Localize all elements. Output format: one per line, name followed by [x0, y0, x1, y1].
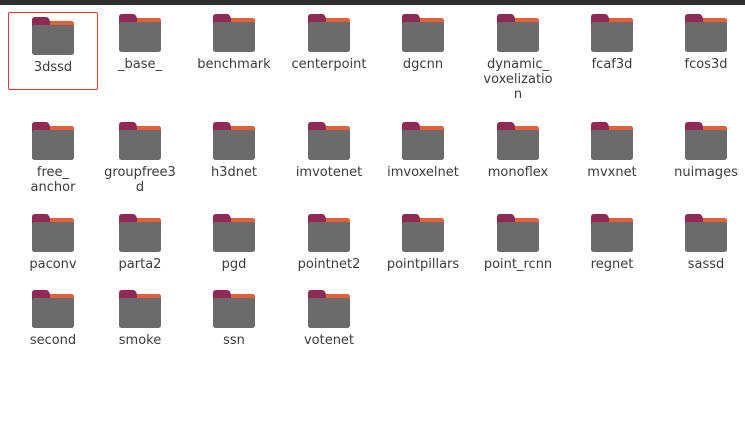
folder-label: nuimages — [674, 165, 738, 180]
folder-label: point_rcnn — [483, 257, 553, 272]
folder-icon — [497, 14, 539, 52]
folder-item[interactable]: point_rcnn — [473, 212, 563, 272]
folder-item[interactable]: smoke — [95, 288, 185, 348]
folder-item[interactable]: dynamic_ voxelizatio n — [473, 12, 563, 102]
folder-item[interactable]: paconv — [8, 212, 98, 272]
folder-item[interactable]: pgd — [189, 212, 279, 272]
folder-icon — [32, 122, 74, 160]
folder-item[interactable]: imvotenet — [284, 120, 374, 180]
folder-icon — [213, 290, 255, 328]
folder-label: imvotenet — [295, 165, 363, 180]
folder-icon — [402, 122, 444, 160]
folder-icon — [685, 122, 727, 160]
folder-label: regnet — [590, 257, 634, 272]
folder-item[interactable]: parta2 — [95, 212, 185, 272]
folder-item[interactable]: centerpoint — [284, 12, 374, 72]
folder-icon — [308, 290, 350, 328]
folder-label: centerpoint — [291, 57, 367, 72]
folder-label: second — [29, 333, 77, 348]
folder-icon — [308, 14, 350, 52]
folder-icon — [119, 122, 161, 160]
folder-icon — [685, 14, 727, 52]
folder-item[interactable]: nuimages — [661, 120, 745, 180]
folder-item[interactable]: fcaf3d — [567, 12, 657, 72]
folder-label: pgd — [221, 257, 247, 272]
folder-icon — [32, 17, 74, 55]
file-grid: 3dssd _base_ benchmark centerpoint dgcnn dyna… — [0, 0, 745, 430]
folder-icon — [119, 290, 161, 328]
folder-label: parta2 — [118, 257, 162, 272]
folder-icon — [119, 214, 161, 252]
folder-label: groupfree3 d — [104, 165, 176, 195]
folder-label: dynamic_ voxelizatio n — [483, 57, 553, 102]
folder-label: imvoxelnet — [387, 165, 459, 180]
folder-icon — [402, 14, 444, 52]
folder-label: benchmark — [197, 57, 271, 72]
folder-item[interactable]: fcos3d — [661, 12, 745, 72]
folder-item[interactable]: imvoxelnet — [378, 120, 468, 180]
folder-label: paconv — [29, 257, 77, 272]
folder-label: free_ anchor — [30, 165, 76, 195]
folder-item[interactable]: 3dssd — [8, 12, 98, 90]
folder-icon — [32, 290, 74, 328]
folder-item[interactable]: dgcnn — [378, 12, 468, 72]
folder-item[interactable]: monoflex — [473, 120, 563, 180]
folder-icon — [591, 14, 633, 52]
folder-item[interactable]: sassd — [661, 212, 745, 272]
folder-icon — [402, 214, 444, 252]
folder-label: pointpillars — [386, 257, 460, 272]
folder-item[interactable]: _base_ — [95, 12, 185, 72]
folder-icon — [213, 214, 255, 252]
folder-label: 3dssd — [33, 60, 73, 75]
folder-label: monoflex — [487, 165, 549, 180]
folder-item[interactable]: ssn — [189, 288, 279, 348]
folder-label: h3dnet — [210, 165, 258, 180]
folder-item[interactable]: benchmark — [189, 12, 279, 72]
folder-label: mvxnet — [587, 165, 637, 180]
folder-icon — [119, 14, 161, 52]
folder-icon — [497, 122, 539, 160]
folder-label: _base_ — [118, 57, 162, 72]
folder-label: votenet — [303, 333, 355, 348]
folder-label: fcos3d — [684, 57, 728, 72]
folder-icon — [685, 214, 727, 252]
folder-label: dgcnn — [402, 57, 444, 72]
folder-item[interactable]: groupfree3 d — [95, 120, 185, 195]
folder-label: pointnet2 — [297, 257, 361, 272]
folder-label: ssn — [223, 333, 245, 348]
folder-icon — [32, 214, 74, 252]
folder-item[interactable]: h3dnet — [189, 120, 279, 180]
folder-item[interactable]: free_ anchor — [8, 120, 98, 195]
folder-item[interactable]: regnet — [567, 212, 657, 272]
folder-item[interactable]: mvxnet — [567, 120, 657, 180]
folder-label: smoke — [118, 333, 162, 348]
folder-label: fcaf3d — [591, 57, 633, 72]
folder-icon — [591, 214, 633, 252]
folder-icon — [308, 122, 350, 160]
folder-icon — [213, 14, 255, 52]
folder-icon — [497, 214, 539, 252]
folder-icon — [213, 122, 255, 160]
folder-item[interactable]: pointnet2 — [284, 212, 374, 272]
folder-icon — [308, 214, 350, 252]
folder-label: sassd — [687, 257, 725, 272]
folder-item[interactable]: pointpillars — [378, 212, 468, 272]
folder-item[interactable]: second — [8, 288, 98, 348]
folder-item[interactable]: votenet — [284, 288, 374, 348]
folder-icon — [591, 122, 633, 160]
